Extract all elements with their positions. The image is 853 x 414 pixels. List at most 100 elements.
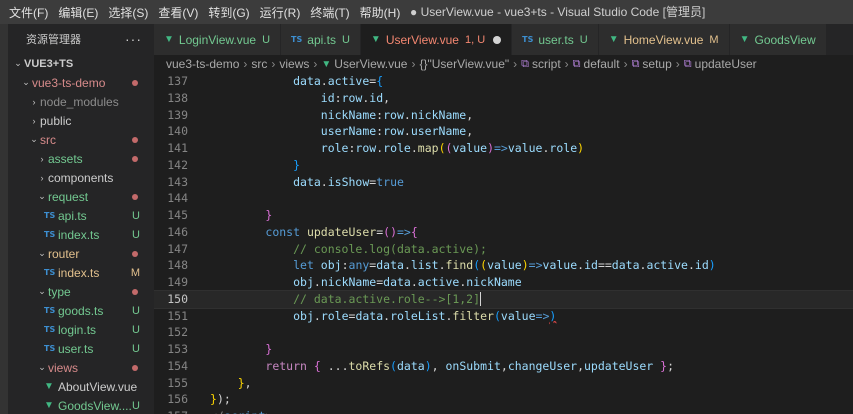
code-text: userName:row.userName, bbox=[210, 123, 473, 140]
code-line[interactable]: 153 } bbox=[154, 341, 853, 358]
code-line[interactable]: 141 role:row.role.map((value)=>value.rol… bbox=[154, 140, 853, 157]
folder-item[interactable]: ⌄ type bbox=[8, 282, 154, 301]
tab-label: api.ts bbox=[307, 32, 336, 47]
code-token: roleList bbox=[390, 308, 446, 323]
code-editor[interactable]: 137 data.active={138 id:row.id, 139 nickN… bbox=[154, 73, 853, 414]
code-token: row bbox=[355, 141, 377, 155]
folder-item[interactable]: › components bbox=[8, 168, 154, 187]
menu-item[interactable]: 文件(F) bbox=[4, 4, 53, 21]
git-status-badge: U bbox=[132, 304, 140, 317]
tab-homeview-vue[interactable]: ▼ HomeView.vue M bbox=[598, 24, 730, 55]
unsaved-dot-icon[interactable] bbox=[493, 35, 502, 44]
chevron-down-icon: ⌄ bbox=[38, 248, 46, 258]
tree-item-label: vue3-ts-demo bbox=[32, 75, 106, 90]
folder-item[interactable]: ⌄ router bbox=[8, 244, 154, 263]
folder-item[interactable]: › node_modules bbox=[8, 92, 154, 111]
tab-user-ts[interactable]: TS user.ts U bbox=[512, 24, 599, 55]
file-item[interactable]: TS index.ts M bbox=[8, 263, 154, 282]
tab-loginview-vue[interactable]: ▼ LoginView.vue U bbox=[154, 24, 282, 55]
code-line[interactable]: 155 }, bbox=[154, 375, 853, 392]
code-line[interactable]: 143 data.isShow=true bbox=[154, 174, 853, 191]
tree-item-label: index.ts bbox=[58, 265, 100, 280]
line-number: 149 bbox=[167, 275, 188, 289]
code-line[interactable]: 137 data.active={ bbox=[154, 73, 853, 90]
code-line[interactable]: 146 const updateUser=()=>{ bbox=[154, 224, 853, 241]
code-text: data.active={ bbox=[210, 73, 383, 90]
more-actions-icon[interactable]: ··· bbox=[125, 31, 142, 47]
breadcrumb-segment[interactable]: setup bbox=[642, 57, 671, 71]
chevron-right-icon: › bbox=[32, 115, 36, 126]
code-line[interactable]: 142 } bbox=[154, 157, 853, 174]
menu-item[interactable]: 编辑(E) bbox=[53, 4, 103, 21]
code-line[interactable]: 149 obj.nickName=data.active.nickName bbox=[154, 274, 853, 291]
file-item[interactable]: TS user.ts U bbox=[8, 339, 154, 358]
code-line[interactable]: 152 bbox=[154, 324, 853, 341]
typescript-file-icon: TS bbox=[44, 268, 56, 277]
code-token: userName bbox=[320, 124, 377, 139]
breadcrumb-segment[interactable]: src bbox=[251, 57, 267, 71]
file-item[interactable]: TS index.ts U bbox=[8, 225, 154, 244]
code-line[interactable]: 139 nickName:row.nickName, bbox=[154, 107, 853, 124]
breadcrumb-segment[interactable]: default bbox=[584, 57, 620, 71]
code-token: > bbox=[265, 409, 272, 414]
menu-item[interactable]: 查看(V) bbox=[153, 4, 203, 21]
breadcrumb-segment[interactable]: updateUser bbox=[695, 57, 757, 71]
chevron-right-icon: › bbox=[243, 57, 248, 71]
menu-item[interactable]: 转到(G) bbox=[203, 4, 254, 21]
folder-item[interactable]: ⌄ request bbox=[8, 187, 154, 206]
code-line[interactable]: 157 </script> bbox=[154, 408, 853, 414]
file-item[interactable]: ▼ AboutView.vue bbox=[8, 377, 154, 396]
menu-item[interactable]: 终端(T) bbox=[305, 4, 354, 21]
typescript-file-icon: TS bbox=[44, 344, 56, 353]
folder-item[interactable]: ⌄ src bbox=[8, 130, 154, 149]
folder-item[interactable]: › public bbox=[8, 111, 154, 130]
breadcrumb-segment[interactable]: script bbox=[532, 57, 561, 71]
tab-goodsview[interactable]: ▼ GoodsView bbox=[729, 24, 827, 55]
code-line[interactable]: 154 return { ...toRefs(data), onSubmit,c… bbox=[154, 358, 853, 375]
tree-item-label: assets bbox=[48, 151, 83, 166]
folder-item[interactable]: › assets bbox=[8, 149, 154, 168]
line-number: 156 bbox=[167, 392, 188, 407]
tab-api-ts[interactable]: TS api.ts U bbox=[281, 24, 361, 55]
code-line[interactable]: 140 userName:row.userName, bbox=[154, 123, 853, 140]
git-status-dot-icon bbox=[132, 136, 138, 143]
menu-item[interactable]: 选择(S) bbox=[103, 4, 153, 21]
tab-userview-vue[interactable]: ▼ UserView.vue 1, U bbox=[360, 24, 513, 55]
menu-item[interactable]: 帮助(H) bbox=[355, 4, 406, 21]
folder-item[interactable]: ⌄ views bbox=[8, 358, 154, 377]
code-line[interactable]: 144 bbox=[154, 190, 853, 207]
file-item[interactable]: TS login.ts U bbox=[8, 320, 154, 339]
code-line[interactable]: 150 // data.active.role-->[1,2] bbox=[154, 289, 853, 309]
code-token: onSubmit bbox=[445, 358, 501, 373]
breadcrumb-segment[interactable]: vue3-ts-demo bbox=[166, 57, 239, 71]
code-line[interactable]: 151 obj.role=data.roleList.filter(value=… bbox=[154, 308, 853, 325]
code-line[interactable]: 147 // console.log(data.active); bbox=[154, 241, 853, 258]
file-item[interactable]: TS api.ts U bbox=[8, 206, 154, 225]
workspace-root[interactable]: ⌄ VUE3+TS bbox=[8, 54, 154, 73]
code-token: ); bbox=[216, 392, 231, 407]
tree-item-label: src bbox=[40, 132, 56, 147]
code-token: userName bbox=[410, 124, 467, 139]
code-token: nickName bbox=[320, 275, 377, 289]
typescript-file-icon: TS bbox=[522, 35, 534, 44]
line-number: 146 bbox=[167, 224, 188, 239]
breadcrumb-segment[interactable]: UserView.vue bbox=[334, 57, 407, 71]
breadcrumb-segment[interactable]: "UserView.vue" bbox=[427, 57, 509, 71]
breadcrumb-segment[interactable]: views bbox=[279, 57, 309, 71]
code-line[interactable]: 145 } bbox=[154, 207, 853, 224]
git-status-badge: M bbox=[709, 33, 719, 46]
code-token: id bbox=[694, 258, 709, 273]
file-item[interactable]: TS goods.ts U bbox=[8, 301, 154, 320]
menu-item[interactable]: 运行(R) bbox=[255, 4, 306, 21]
code-line[interactable]: 156}); bbox=[154, 391, 853, 408]
code-token: . bbox=[410, 141, 418, 155]
file-item[interactable]: ▼ GoodsView.... U bbox=[8, 396, 154, 414]
folder-item[interactable]: ⌄ vue3-ts-demo bbox=[8, 73, 154, 92]
code-token: list bbox=[410, 258, 439, 273]
code-line[interactable]: 148 let obj:any=data.list.find((value)=>… bbox=[154, 257, 853, 274]
tab-label: UserView.vue bbox=[385, 32, 459, 47]
code-line[interactable]: 138 id:row.id, bbox=[154, 90, 853, 107]
